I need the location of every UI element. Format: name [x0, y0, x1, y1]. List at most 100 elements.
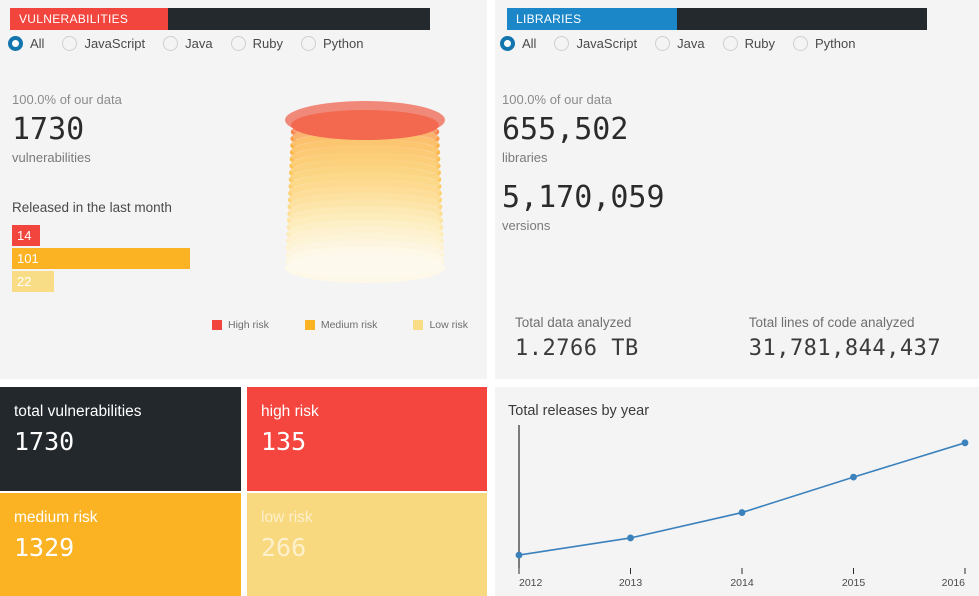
tile-label: low risk [261, 509, 313, 526]
tile-value: 266 [261, 533, 307, 563]
released-bar-low: 22 [12, 271, 54, 292]
tile-value: 1730 [14, 427, 75, 457]
lib-count-unit: libraries [502, 150, 548, 165]
radio-label: All [30, 36, 45, 51]
radio-label: All [522, 36, 537, 51]
versions-count-value: 5,170,059 [502, 180, 665, 215]
legend-swatch-medium-icon [304, 320, 315, 330]
tab-libraries[interactable]: LIBRARIES [507, 8, 677, 30]
tile-label: medium risk [14, 509, 98, 526]
vulnerabilities-cylinder-chart [285, 101, 445, 283]
tile-high-risk[interactable]: high risk 135 [247, 387, 487, 491]
radio-label: Ruby [252, 36, 283, 51]
total-data-label: Total data analyzed [515, 315, 632, 330]
libraries-panel: LIBRARIES All JavaScript Java Ruby Pytho… [495, 0, 979, 379]
radio-dot-icon [230, 36, 246, 51]
lib-coverage-caption: 100.0% of our data [502, 92, 612, 107]
vulnerabilities-header-bar: VULNERABILITIES [10, 8, 430, 30]
radio-label: Ruby [744, 36, 775, 51]
series-markers [515, 439, 969, 559]
tile-low-risk[interactable]: low risk 266 [247, 493, 487, 596]
vulnerabilities-filter-group: All JavaScript Java Ruby Python [8, 36, 381, 51]
lib-count-value: 655,502 [502, 112, 629, 147]
stats-spacer [502, 165, 665, 181]
radio-label: Java [185, 36, 213, 51]
data-point-2016[interactable] [961, 439, 969, 447]
tile-total-vulnerabilities[interactable]: total vulnerabilities 1730 [0, 387, 241, 491]
radio-lib-ruby[interactable]: Ruby [722, 36, 775, 51]
x-tick-label: 2015 [842, 577, 866, 589]
radio-dot-icon [8, 36, 23, 51]
vuln-coverage-caption: 100.0% of our data [12, 92, 122, 107]
releases-chart-panel: Total releases by year 2012 2013 2014 2015 2… [495, 387, 979, 596]
radio-dot-icon [554, 36, 570, 51]
x-tick-label: 2014 [730, 577, 754, 589]
tab-vulnerabilities[interactable]: VULNERABILITIES [10, 8, 168, 30]
radio-label: JavaScript [576, 36, 638, 51]
radio-dot-icon [300, 36, 316, 51]
total-loc-label: Total lines of code analyzed [748, 315, 915, 330]
dashboard-root: VULNERABILITIES All JavaScript Java Ruby [0, 0, 979, 596]
radio-vuln-javascript[interactable]: JavaScript [62, 36, 145, 51]
tile-value: 1329 [14, 533, 75, 563]
released-bar-medium: 101 [12, 248, 190, 269]
legend-swatch-high-icon [212, 320, 222, 330]
legend-swatch-low-icon [413, 320, 424, 330]
radio-vuln-all[interactable]: All [8, 36, 44, 51]
versions-count-unit: versions [502, 218, 551, 233]
x-tick-label: 2016 [942, 577, 966, 589]
radio-vuln-java[interactable]: Java [163, 36, 213, 51]
total-lines-of-code-analyzed: Total lines of code analyzed 31,781,844,… [729, 315, 979, 361]
radio-lib-all[interactable]: All [500, 36, 536, 51]
radio-label: Java [677, 36, 705, 51]
legend-item-low-risk: Low risk [413, 319, 468, 331]
tile-label: high risk [261, 403, 319, 420]
released-title: Released in the last month [12, 200, 172, 215]
data-point-2012[interactable] [515, 551, 523, 559]
radio-dot-icon [655, 36, 671, 51]
total-releases-line-chart[interactable]: 2012 2013 2014 2015 2016 [495, 415, 979, 596]
vuln-count-unit: vulnerabilities [12, 150, 91, 165]
radio-label: Python [322, 36, 364, 51]
radio-lib-javascript[interactable]: JavaScript [554, 36, 637, 51]
total-data-analyzed: Total data analyzed 1.2766 TB [495, 315, 729, 361]
radio-dot-icon [500, 36, 515, 51]
libraries-filter-group: All JavaScript Java Ruby Python [500, 36, 873, 51]
total-data-value: 1.2766 TB [515, 336, 639, 361]
tile-label: total vulnerabilities [14, 403, 142, 420]
released-bar-high: 14 [12, 225, 40, 246]
radio-label: JavaScript [84, 36, 146, 51]
x-axis-labels: 2012 2013 2014 2015 2016 [519, 577, 965, 589]
series-line [518, 442, 966, 556]
radio-vuln-ruby[interactable]: Ruby [230, 36, 283, 51]
libraries-totals-row: Total data analyzed 1.2766 TB Total line… [495, 315, 979, 361]
radio-dot-icon [792, 36, 808, 51]
radio-dot-icon [163, 36, 179, 51]
radio-dot-icon [62, 36, 78, 51]
data-point-2014[interactable] [738, 509, 746, 516]
x-tick-label: 2013 [619, 577, 643, 589]
radio-dot-icon [722, 36, 738, 51]
legend-label: Medium risk [320, 319, 378, 331]
radio-lib-java[interactable]: Java [655, 36, 705, 51]
tile-medium-risk[interactable]: medium risk 1329 [0, 493, 241, 596]
legend-label: High risk [228, 319, 269, 331]
radio-lib-python[interactable]: Python [792, 36, 856, 51]
legend-item-medium-risk: Medium risk [304, 319, 378, 331]
radio-label: Python [814, 36, 856, 51]
libraries-stats: 100.0% of our data 655,502 libraries 5,1… [502, 92, 665, 233]
vuln-count-value: 1730 [12, 112, 85, 147]
libraries-header-bar: LIBRARIES [507, 8, 927, 30]
released-last-month-section: Released in the last month 14 101 22 [12, 200, 190, 294]
vulnerabilities-legend: High risk Medium risk Low risk [212, 319, 504, 331]
vulnerabilities-panel: VULNERABILITIES All JavaScript Java Ruby [0, 0, 487, 379]
x-tick-label: 2012 [519, 577, 543, 589]
legend-item-high-risk: High risk [212, 319, 269, 331]
radio-vuln-python[interactable]: Python [300, 36, 364, 51]
vulnerabilities-stats: 100.0% of our data 1730 vulnerabilities [12, 92, 122, 165]
total-loc-value: 31,781,844,437 [748, 336, 942, 361]
data-point-2015[interactable] [850, 473, 857, 481]
data-point-2013[interactable] [627, 534, 634, 542]
x-axis-ticks [518, 568, 966, 574]
legend-label: Low risk [429, 319, 468, 331]
